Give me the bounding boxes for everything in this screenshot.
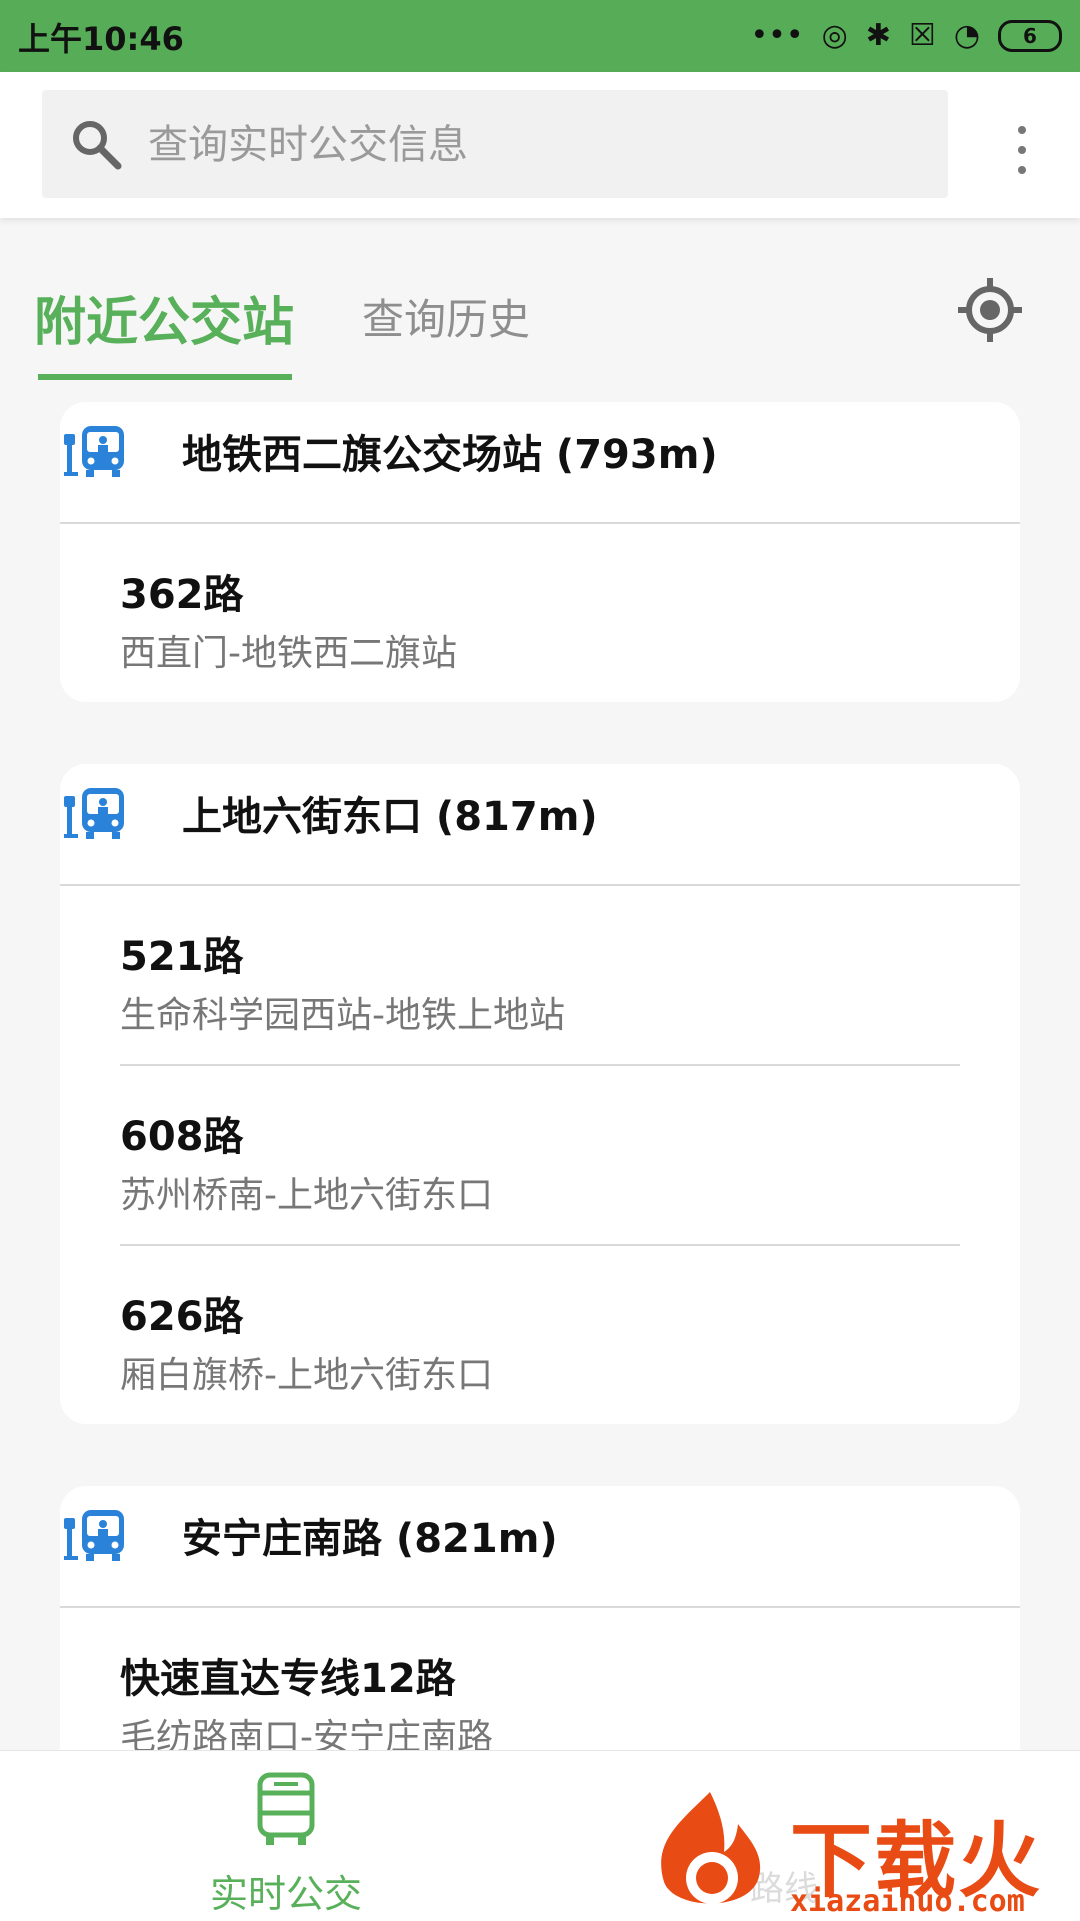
search-icon xyxy=(73,121,122,170)
station-name: 安宁庄南路 (821m) xyxy=(182,1516,558,1562)
route-number: 362路 xyxy=(120,572,244,618)
search-box[interactable] xyxy=(42,90,948,198)
station-list: 地铁西二旗公交场站 (793m) 362路 西直门-地铁西二旗站 上地六街东口 … xyxy=(60,402,1020,1848)
station-card[interactable]: 安宁庄南路 (821m) 快速直达专线12路 毛纺路南口-安宁庄南路 xyxy=(60,1486,1020,1786)
route-direction: 厢白旗桥-上地六街东口 xyxy=(120,1355,493,1396)
tab-nearby-stations[interactable]: 附近公交站 xyxy=(34,280,294,355)
wifi-icon: ◔ xyxy=(953,18,980,53)
bluetooth-icon: ✱ xyxy=(865,18,891,53)
menu-dot xyxy=(1018,126,1026,134)
route-item[interactable]: 521路 生命科学园西站-地铁上地站 xyxy=(120,886,960,1064)
station-card[interactable]: 上地六街东口 (817m) 521路 生命科学园西站-地铁上地站 608路 苏州… xyxy=(60,764,1020,1424)
route-item[interactable]: 362路 西直门-地铁西二旗站 xyxy=(120,524,960,702)
locate-icon[interactable] xyxy=(954,274,1026,346)
station-name: 上地六街东口 (817m) xyxy=(182,794,598,840)
station-name: 地铁西二旗公交场站 (793m) xyxy=(182,432,718,478)
route-direction: 西直门-地铁西二旗站 xyxy=(120,633,457,674)
bus-stop-icon xyxy=(64,1510,124,1561)
watermark-url: xiazaihuo.com xyxy=(790,1884,1025,1919)
battery-icon: 6 xyxy=(998,20,1062,52)
route-number: 626路 xyxy=(120,1294,244,1340)
nav-realtime-label: 实时公交 xyxy=(209,1872,362,1916)
flame-logo-icon xyxy=(661,1792,761,1904)
overflow-menu-button[interactable] xyxy=(1002,120,1042,180)
status-icons: ••• ◎ ✱ ☒ ◔ 6 xyxy=(750,18,1062,54)
hotspot-icon: ◎ xyxy=(821,18,848,53)
search-header xyxy=(0,72,1080,218)
sim-icon: ☒ xyxy=(908,18,936,53)
route-direction: 生命科学园西站-地铁上地站 xyxy=(120,995,565,1036)
station-card[interactable]: 地铁西二旗公交场站 (793m) 362路 西直门-地铁西二旗站 xyxy=(60,402,1020,702)
route-number: 608路 xyxy=(120,1114,244,1160)
watermark-logo: 下载火 xiazaihuo.com xyxy=(640,1782,1080,1920)
menu-dot xyxy=(1018,146,1026,154)
station-header[interactable]: 地铁西二旗公交场站 (793m) xyxy=(60,402,1020,524)
tab-query-history[interactable]: 查询历史 xyxy=(362,286,530,347)
menu-dot xyxy=(1018,166,1026,174)
station-header[interactable]: 安宁庄南路 (821m) xyxy=(60,1486,1020,1608)
nav-realtime-bus[interactable]: 实时公交 xyxy=(196,1771,376,1916)
status-time: 上午10:46 xyxy=(18,20,184,58)
station-header[interactable]: 上地六街东口 (817m) xyxy=(60,764,1020,886)
route-item[interactable]: 626路 厢白旗桥-上地六街东口 xyxy=(120,1244,960,1424)
search-input[interactable] xyxy=(146,110,930,180)
route-direction: 苏州桥南-上地六街东口 xyxy=(120,1175,493,1216)
bus-icon xyxy=(257,1772,315,1845)
bus-stop-icon xyxy=(64,426,124,477)
route-number: 快速直达专线12路 xyxy=(120,1656,456,1702)
route-item[interactable]: 608路 苏州桥南-上地六街东口 xyxy=(120,1064,960,1244)
bus-stop-icon xyxy=(64,788,124,839)
tab-indicator xyxy=(38,374,292,380)
status-bar: 上午10:46 ••• ◎ ✱ ☒ ◔ 6 xyxy=(0,0,1080,72)
more-dots-icon: ••• xyxy=(750,18,804,53)
tab-bar: 附近公交站 查询历史 xyxy=(0,218,1080,384)
route-number: 521路 xyxy=(120,934,244,980)
